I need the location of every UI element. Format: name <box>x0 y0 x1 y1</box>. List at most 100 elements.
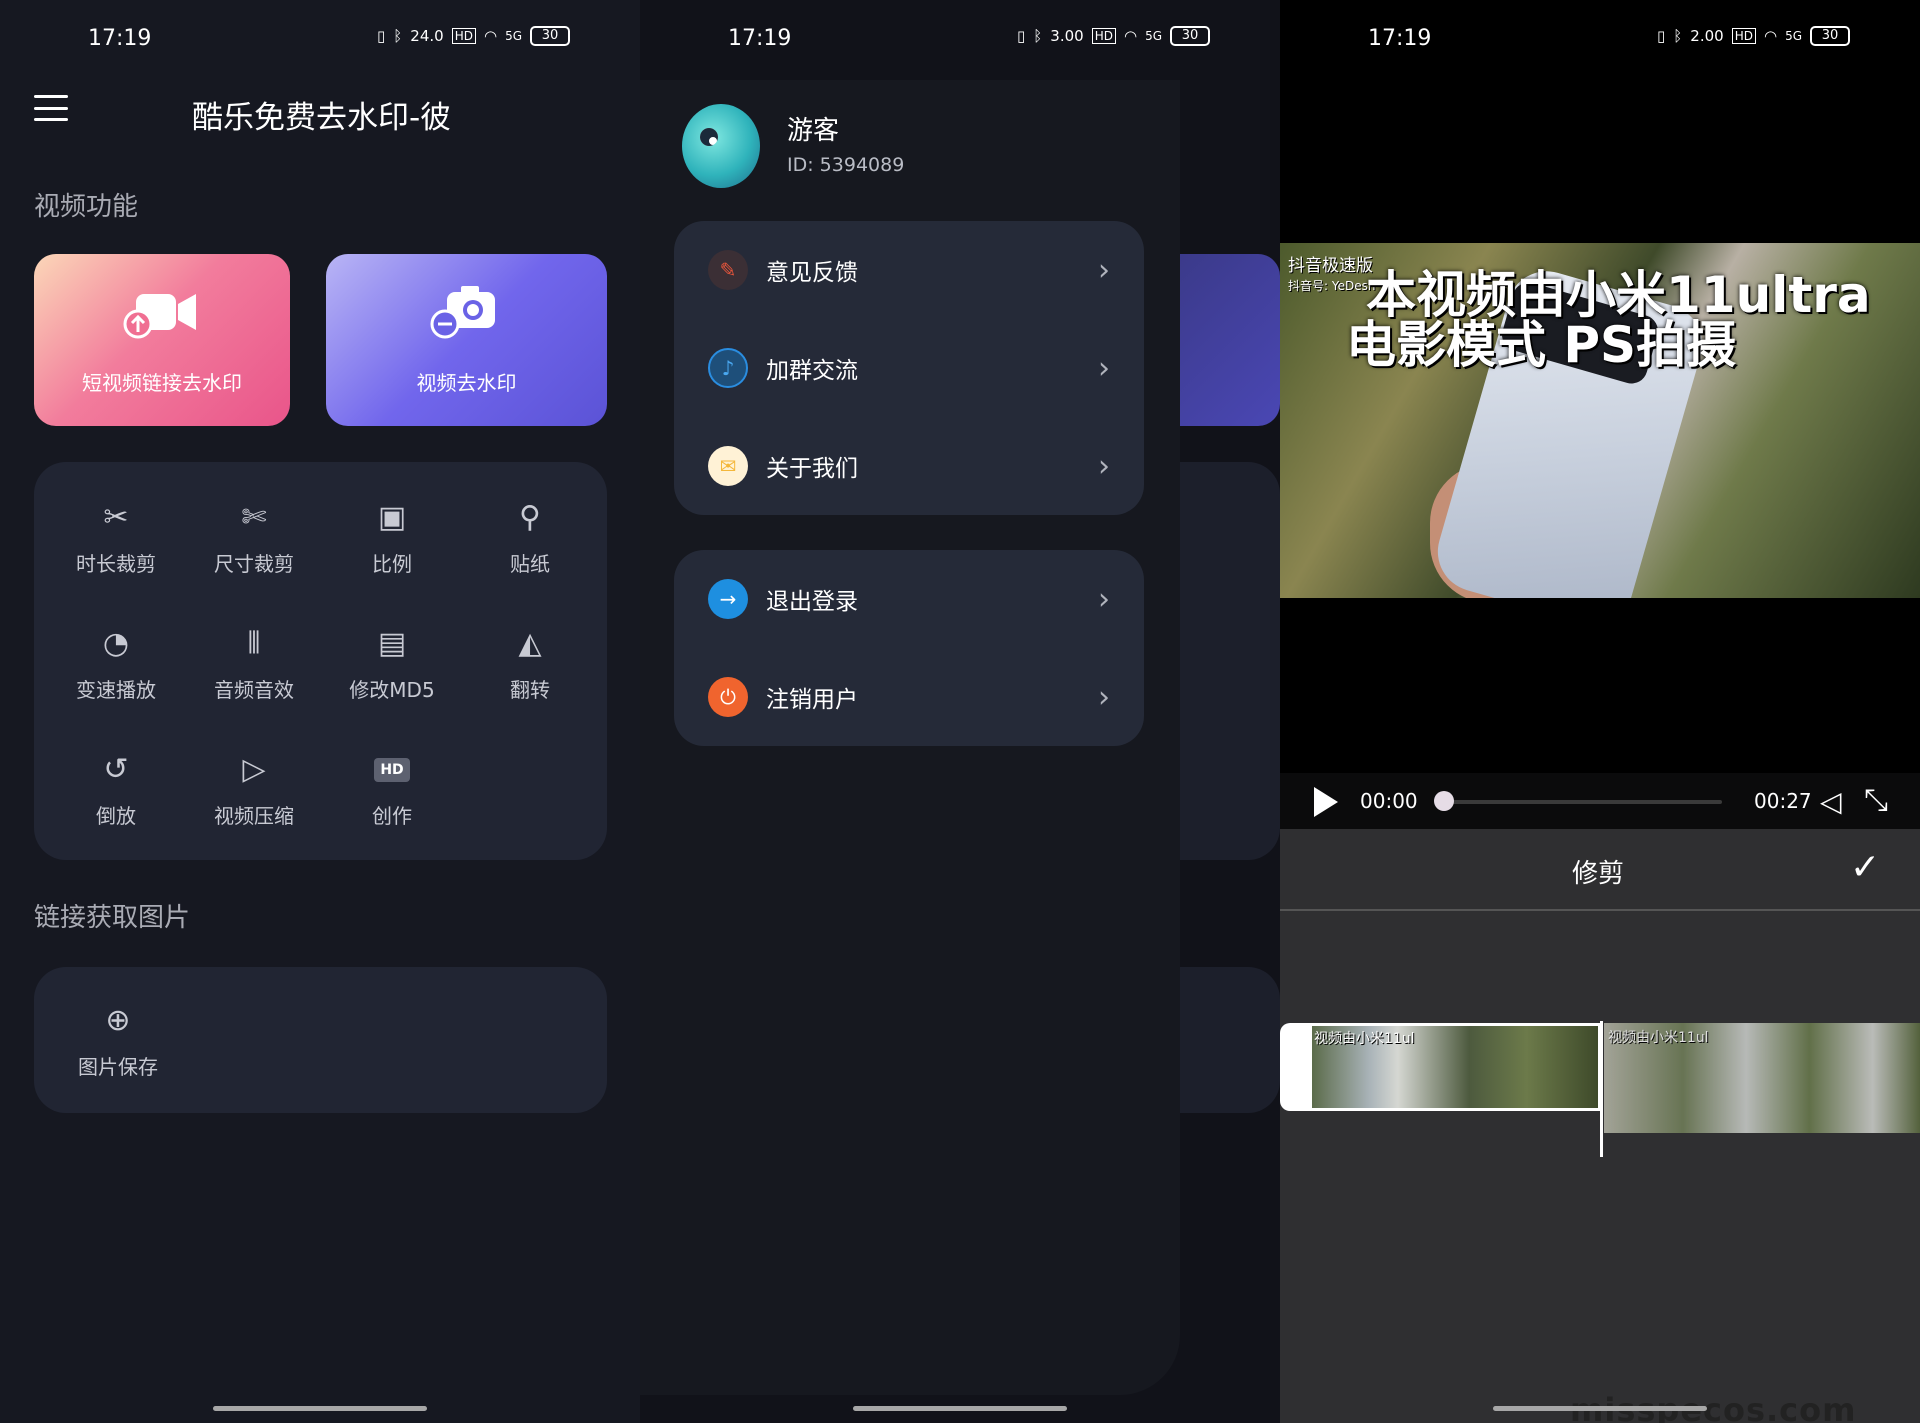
drawer-screen: 17:19 ▯ ᛒ 3.00 HD ◠ 5G 30 游客 ID: 5394089… <box>640 0 1280 1423</box>
status-time: 17:19 <box>728 26 792 51</box>
scissors-icon: ✂ <box>103 500 129 535</box>
section-title-video: 视频功能 <box>34 192 139 222</box>
hd-voice-icon: HD <box>1731 28 1756 44</box>
video-watermark-card[interactable]: 视频去水印 <box>326 254 607 426</box>
video-preview[interactable]: 抖音极速版 抖音号: YeDesh 本视频由小米11ultra 电影模式 PS拍… <box>1280 243 1920 598</box>
speedometer-icon: ◔ <box>102 626 130 661</box>
bell-icon: ♪ <box>708 348 748 388</box>
background-image-panel <box>1180 967 1280 1113</box>
frame-caption: 视频由小米11ul <box>1314 1031 1415 1047</box>
tool-sticker[interactable]: ⚲ 贴纸 <box>470 498 590 577</box>
tool-label: 时长裁剪 <box>76 552 156 576</box>
tool-duration-crop[interactable]: ✂ 时长裁剪 <box>56 498 176 577</box>
tool-label: 视频压缩 <box>214 804 294 828</box>
confirm-check-icon[interactable]: ✓ <box>1850 847 1880 888</box>
video-watermark-label: 视频去水印 <box>416 371 517 395</box>
sticker-icon: ⚲ <box>519 500 541 535</box>
user-name: 游客 <box>787 116 840 146</box>
play-icon[interactable] <box>1314 787 1338 817</box>
tool-label: 翻转 <box>510 678 550 702</box>
net-speed: 2.00 <box>1690 27 1724 45</box>
tool-label: 修改MD5 <box>349 678 435 702</box>
hd-voice-icon: HD <box>451 28 476 44</box>
tool-create[interactable]: HD 创作 <box>332 750 452 829</box>
volume-icon[interactable]: ◁ <box>1820 785 1842 818</box>
app-title: 酷乐免费去水印-彼 <box>192 100 452 136</box>
tool-label: 尺寸裁剪 <box>214 552 294 576</box>
tool-size-crop[interactable]: ✄ 尺寸裁剪 <box>194 498 314 577</box>
home-screen: 17:19 ▯ ᛒ 24.0 HD ◠ 5G 30 酷乐免费去水印-彼 视频功能… <box>0 0 640 1423</box>
ratio-image-icon: ▣ <box>377 500 407 535</box>
compress-icon: ▷ <box>242 752 266 787</box>
hd-icon: HD <box>374 758 410 782</box>
user-id: ID: 5394089 <box>787 154 905 176</box>
menu-item-join-group[interactable]: ♪ 加群交流 › <box>674 319 1144 417</box>
tool-label: 音频音效 <box>214 678 294 702</box>
tool-compress[interactable]: ▷ 视频压缩 <box>194 750 314 829</box>
menu-item-label: 加群交流 <box>766 358 858 384</box>
tool-md5[interactable]: ▤ 修改MD5 <box>332 624 452 703</box>
menu-item-label: 意见反馈 <box>766 260 858 286</box>
tool-image-save[interactable]: ⊕ 图片保存 <box>58 1001 178 1080</box>
trim-selection[interactable]: 视频由小米11ul <box>1280 1023 1601 1111</box>
link-watermark-card[interactable]: 短视频链接去水印 <box>34 254 290 426</box>
tool-ratio[interactable]: ▣ 比例 <box>332 498 452 577</box>
status-icons: ▯ ᛒ 2.00 HD ◠ 5G 30 <box>1657 26 1850 46</box>
bluetooth-icon: ᛒ <box>1033 27 1043 45</box>
menu-item-feedback[interactable]: ✎ 意见反馈 › <box>674 221 1144 319</box>
wifi-icon: ◠ <box>1123 27 1138 45</box>
bluetooth-icon: ᛒ <box>1673 27 1683 45</box>
tool-audio[interactable]: ⦀ 音频音效 <box>194 624 314 703</box>
douyin-id-watermark: 抖音号: YeDesh <box>1288 279 1376 293</box>
image-save-icon: ⊕ <box>105 1003 131 1038</box>
mail-icon: ✉ <box>708 446 748 486</box>
md5-icon: ▤ <box>377 626 407 661</box>
tool-label: 倒放 <box>96 804 136 828</box>
background-card <box>1180 254 1280 426</box>
fullscreen-icon[interactable]: ⤡ <box>1864 783 1888 818</box>
reverse-icon: ↺ <box>103 752 129 787</box>
signal-icon: 5G <box>505 29 522 43</box>
home-indicator <box>1493 1406 1707 1411</box>
logout-arrow-icon: → <box>708 579 748 619</box>
current-time: 00:00 <box>1360 789 1418 813</box>
home-indicator <box>853 1406 1067 1411</box>
background-tools-panel <box>1180 462 1280 860</box>
trim-title: 修剪 <box>1572 859 1625 889</box>
seek-handle[interactable] <box>1434 791 1454 811</box>
tool-speed[interactable]: ◔ 变速播放 <box>56 624 176 703</box>
tool-label: 图片保存 <box>78 1055 158 1079</box>
tool-label: 变速播放 <box>76 678 156 702</box>
seek-track[interactable] <box>1442 800 1722 804</box>
menu-item-about[interactable]: ✉ 关于我们 › <box>674 417 1144 515</box>
menu-group-primary: ✎ 意见反馈 › ♪ 加群交流 › ✉ 关于我们 › <box>674 221 1144 515</box>
frame-caption: 视频由小米11ul <box>1608 1030 1709 1046</box>
vibrate-icon: ▯ <box>1657 27 1666 45</box>
timeline-frames: 视频由小米11ul <box>1604 1023 1920 1133</box>
menu-item-logout[interactable]: → 退出登录 › <box>674 550 1144 648</box>
size-crop-icon: ✄ <box>241 500 267 535</box>
side-drawer: 17:19 ▯ ᛒ 3.00 HD ◠ 5G 30 游客 ID: 5394089… <box>640 0 1210 1395</box>
tool-flip[interactable]: ◭ 翻转 <box>470 624 590 703</box>
power-icon: ⏻ <box>708 677 748 717</box>
playhead[interactable] <box>1600 1021 1603 1157</box>
wifi-icon: ◠ <box>483 27 498 45</box>
tool-label: 创作 <box>372 804 412 828</box>
timeline-strip[interactable]: 视频由小米11ul 视频由小米11ul <box>1280 1021 1920 1157</box>
trim-header: 修剪 ✓ <box>1280 829 1920 911</box>
camera-remove-icon <box>427 284 507 351</box>
section-title-image: 链接获取图片 <box>34 903 191 933</box>
home-indicator <box>213 1406 427 1411</box>
wifi-icon: ◠ <box>1763 27 1778 45</box>
video-caption-line2: 电影模式 PS拍摄 <box>1346 316 1737 374</box>
douyin-watermark: 抖音极速版 <box>1288 256 1373 276</box>
battery-icon: 30 <box>530 26 570 46</box>
chevron-right-icon: › <box>1098 581 1110 617</box>
hamburger-menu-icon[interactable] <box>34 95 68 121</box>
net-speed: 24.0 <box>410 27 444 45</box>
menu-item-label: 退出登录 <box>766 589 858 615</box>
vibrate-icon: ▯ <box>377 27 386 45</box>
avatar[interactable] <box>682 104 760 188</box>
menu-item-delete-account[interactable]: ⏻ 注销用户 › <box>674 648 1144 746</box>
tool-reverse[interactable]: ↺ 倒放 <box>56 750 176 829</box>
